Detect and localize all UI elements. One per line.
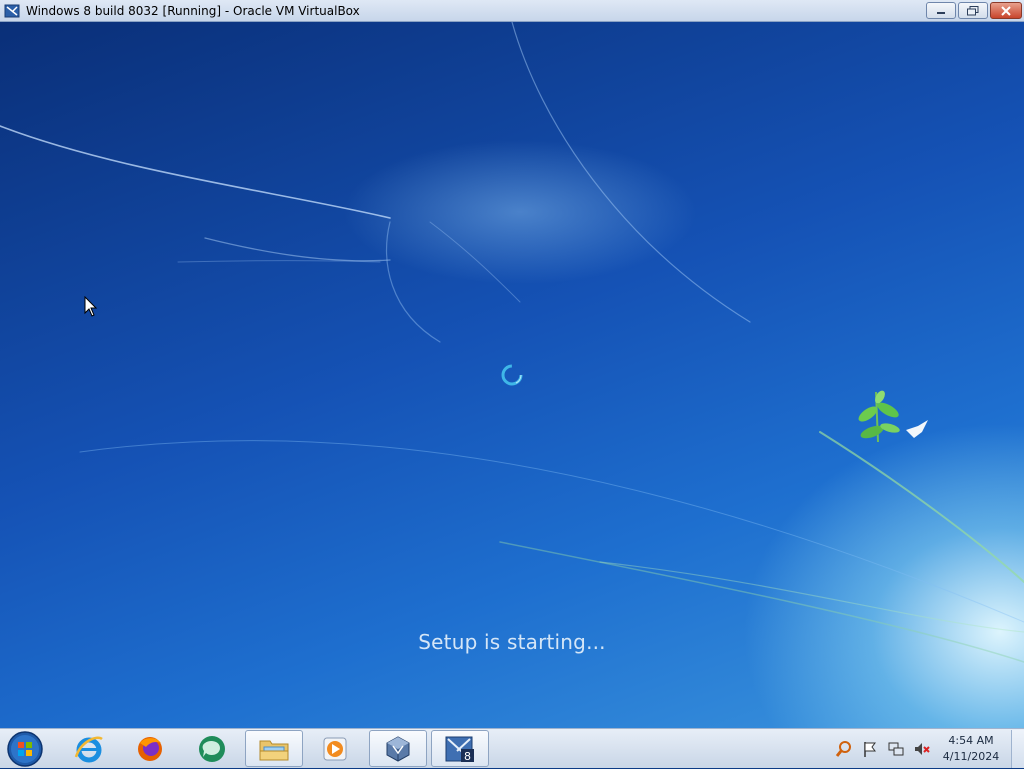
tray-action-center[interactable] bbox=[861, 740, 879, 758]
taskbar-file-explorer[interactable] bbox=[245, 730, 303, 767]
taskbar-chat-app[interactable] bbox=[183, 730, 241, 767]
leaf-sprout-icon bbox=[858, 390, 900, 443]
minimize-icon bbox=[937, 11, 945, 14]
close-button[interactable] bbox=[990, 2, 1022, 19]
action-center-flag-icon bbox=[864, 742, 876, 757]
windows-8-vm-icon: 8 bbox=[445, 736, 474, 763]
taskbar-windows-8-vm[interactable]: 8 bbox=[431, 730, 489, 767]
close-icon bbox=[1001, 5, 1011, 16]
virtualbox-icon bbox=[386, 735, 410, 762]
file-explorer-icon bbox=[259, 740, 289, 760]
taskbar-internet-explorer[interactable] bbox=[60, 730, 118, 767]
setup-status-text: Setup is starting... bbox=[418, 630, 606, 654]
restore-button[interactable] bbox=[958, 2, 988, 19]
restore-icon bbox=[967, 5, 979, 15]
chat-app-icon bbox=[199, 735, 225, 762]
firefox-icon bbox=[138, 736, 162, 761]
show-desktop-button[interactable] bbox=[1011, 730, 1024, 768]
network-icon bbox=[888, 742, 904, 756]
svg-text:8: 8 bbox=[464, 750, 471, 763]
window-titlebar[interactable]: Windows 8 build 8032 [Running] - Oracle … bbox=[0, 0, 1024, 22]
system-tray: 4:54 AM 4/11/2024 bbox=[835, 729, 1024, 769]
internet-explorer-icon bbox=[74, 736, 103, 762]
tray-volume[interactable] bbox=[913, 740, 931, 758]
window-controls bbox=[926, 2, 1022, 19]
tray-network[interactable] bbox=[887, 740, 905, 758]
virtualbox-vm-icon bbox=[4, 4, 20, 17]
start-orb-icon[interactable] bbox=[6, 730, 44, 768]
vm-display[interactable]: Setup is starting... bbox=[0, 22, 1024, 728]
volume-muted-icon bbox=[915, 743, 930, 755]
taskbar-virtualbox[interactable] bbox=[369, 730, 427, 767]
bird-icon bbox=[906, 420, 928, 438]
mouse-cursor-icon bbox=[84, 296, 98, 317]
taskbar-firefox[interactable] bbox=[121, 730, 179, 767]
taskbar: 8 4:54 AM 4/11/2024 bbox=[0, 728, 1024, 768]
window-title: Windows 8 build 8032 [Running] - Oracle … bbox=[26, 3, 360, 18]
tray-search[interactable] bbox=[835, 740, 853, 758]
minimize-button[interactable] bbox=[926, 2, 956, 19]
taskbar-media-player[interactable] bbox=[307, 730, 365, 767]
media-player-icon bbox=[323, 737, 347, 760]
search-icon bbox=[835, 741, 851, 757]
clock-date: 4/11/2024 bbox=[942, 750, 1000, 763]
loading-spinner-icon bbox=[501, 364, 523, 386]
clock-time: 4:54 AM bbox=[948, 734, 994, 747]
taskbar-clock[interactable]: 4:54 AM 4/11/2024 bbox=[939, 733, 1003, 765]
